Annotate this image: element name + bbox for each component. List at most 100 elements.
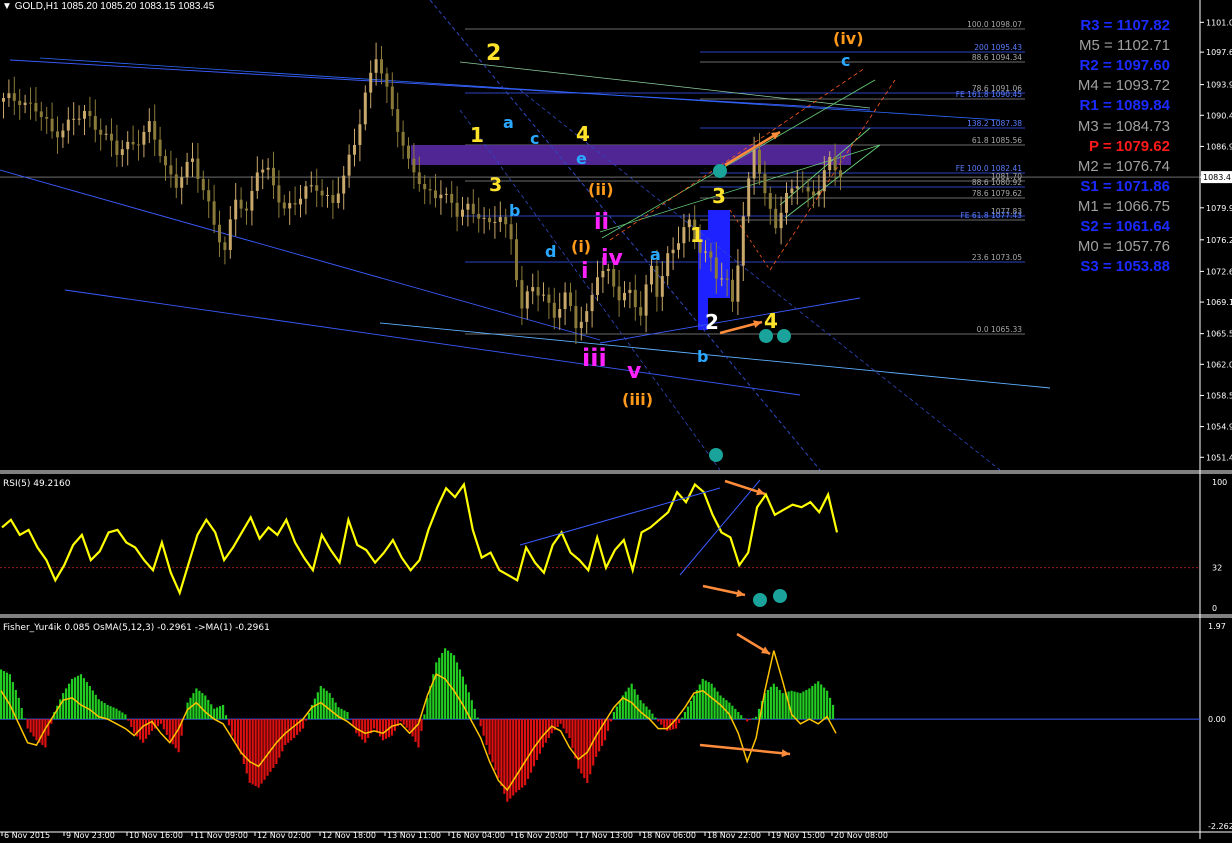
candle-body bbox=[191, 158, 194, 162]
candle-body bbox=[110, 133, 113, 141]
candle-body bbox=[320, 190, 324, 196]
fib-level-label: 23.6 1073.05 bbox=[972, 253, 1022, 262]
fib-level-label: 88.6 1080.92 bbox=[972, 178, 1022, 187]
fib-level-label: 138.2 1087.38 bbox=[967, 119, 1022, 128]
rsi-trend-line bbox=[519, 487, 721, 546]
candle-body bbox=[396, 109, 400, 132]
candle-body bbox=[471, 203, 475, 214]
fib-level-label: 78.6 1079.62 bbox=[972, 189, 1022, 198]
candle-body bbox=[29, 102, 32, 104]
pivot-level-label: M4 = 1093.72 bbox=[1077, 77, 1170, 95]
price-tick-label: 1062.05 bbox=[1206, 360, 1232, 369]
candle-body bbox=[72, 118, 76, 120]
wave-label: c bbox=[841, 51, 850, 70]
candle-body bbox=[34, 103, 38, 112]
collapse-arrow-icon[interactable]: ▼ bbox=[2, 1, 12, 12]
candle-body bbox=[164, 156, 167, 166]
marker-circle bbox=[777, 329, 791, 343]
wave-label: a bbox=[503, 113, 514, 132]
candle-body bbox=[131, 141, 135, 145]
candle-body bbox=[493, 221, 497, 223]
candle-body bbox=[88, 110, 92, 117]
candle-body bbox=[812, 191, 815, 196]
candle-body bbox=[39, 111, 43, 118]
symbol-header: ▼ GOLD,H1 1085.20 1085.20 1083.15 1083.4… bbox=[2, 1, 214, 12]
analysis-drawings: 100.0 1098.07 200 1095.4388.6 1094.34 78.6… bbox=[0, 0, 1051, 471]
candle-body bbox=[633, 289, 637, 308]
wave-label: c bbox=[530, 129, 539, 148]
candle-body bbox=[336, 193, 340, 203]
candle-body bbox=[153, 121, 157, 140]
fib-level-label: 200 1095.43 bbox=[974, 43, 1022, 52]
candle-body bbox=[644, 284, 648, 316]
candle-body bbox=[677, 243, 680, 250]
wave-label: (iv) bbox=[833, 29, 864, 48]
candle-body bbox=[417, 172, 421, 185]
candle-body bbox=[774, 208, 778, 229]
rsi-tick-label: 100 bbox=[1212, 478, 1227, 487]
candle-body bbox=[450, 193, 454, 203]
pivot-level-label: M2 = 1076.74 bbox=[1077, 157, 1170, 175]
wave-label: iii bbox=[582, 344, 607, 372]
wave-annotations: 2134acebd(ii)(i)iiiiviii v(iii)ab132 4(iv)… bbox=[470, 29, 864, 462]
candle-body bbox=[563, 292, 567, 309]
candle-body bbox=[99, 129, 103, 135]
candle-body bbox=[56, 131, 59, 138]
candle-body bbox=[228, 219, 232, 250]
candle-body bbox=[66, 119, 70, 131]
price-tick-label: 1101.05 bbox=[1206, 18, 1232, 27]
wave-label: 3 bbox=[712, 184, 726, 208]
osma-tick-label: -2.262 bbox=[1208, 822, 1232, 831]
candle-body bbox=[50, 118, 54, 132]
candle-body bbox=[201, 178, 205, 191]
candle-body bbox=[736, 265, 740, 302]
candle-body bbox=[434, 190, 437, 199]
candle-body bbox=[83, 110, 86, 119]
time-tick-label: 12 Nov 18:00 bbox=[322, 831, 376, 839]
osma-tick-label: 1.97 bbox=[1208, 622, 1226, 631]
price-tick-label: 1093.95 bbox=[1206, 81, 1232, 90]
mt4-chart-window[interactable]: 100.0 1098.07 200 1095.43 88.6 1094.34 78.6… bbox=[0, 0, 1232, 840]
fib-level-label: 0.0 1065.33 bbox=[977, 325, 1023, 334]
candle-body bbox=[142, 131, 146, 145]
pivot-level-label: S1 = 1071.86 bbox=[1080, 177, 1170, 195]
candle-body bbox=[747, 178, 751, 217]
wave-label: 2 bbox=[705, 310, 719, 334]
candle-body bbox=[704, 251, 707, 253]
candle-body bbox=[207, 190, 211, 202]
candle-body bbox=[585, 311, 589, 322]
trend-line bbox=[459, 61, 871, 109]
candle-body bbox=[288, 203, 292, 209]
candle-body bbox=[369, 72, 373, 93]
symbol-title: GOLD,H1 bbox=[14, 1, 59, 12]
candle-body bbox=[671, 249, 675, 254]
fib-level-label: 100.0 1098.07 bbox=[967, 20, 1022, 29]
candle-body bbox=[444, 193, 448, 195]
candle-body bbox=[218, 224, 221, 243]
rsi-tick-label: 32 bbox=[1212, 564, 1222, 573]
price-tick-label: 1072.65 bbox=[1206, 267, 1232, 276]
candle-body bbox=[158, 139, 162, 157]
candle-body bbox=[126, 141, 130, 150]
candle-body bbox=[498, 217, 502, 222]
candle-body bbox=[612, 269, 616, 287]
wave-label: d bbox=[545, 242, 556, 261]
candle-body bbox=[115, 140, 119, 155]
candle-body bbox=[423, 184, 427, 190]
wave-label: 4 bbox=[764, 309, 778, 333]
candle-body bbox=[385, 73, 389, 87]
candle-body bbox=[466, 203, 470, 210]
candle-body bbox=[315, 185, 319, 191]
candle-body bbox=[12, 93, 16, 101]
candle-body bbox=[569, 292, 572, 307]
candle-body bbox=[666, 253, 670, 277]
fib-level-label: 61.8 1085.56 bbox=[972, 136, 1022, 145]
candle-body bbox=[763, 173, 767, 194]
price-tick-label: 1058.50 bbox=[1206, 391, 1232, 400]
candle-body bbox=[439, 194, 443, 199]
candle-body bbox=[174, 174, 178, 188]
wave-label: b bbox=[509, 201, 520, 220]
fib-level-label: 88.6 1094.34 bbox=[972, 53, 1022, 62]
chart-canvas[interactable]: 100.0 1098.07 200 1095.4388.6 1094.34 78.6… bbox=[0, 0, 1232, 840]
price-tick-label: 1076.25 bbox=[1206, 236, 1232, 245]
